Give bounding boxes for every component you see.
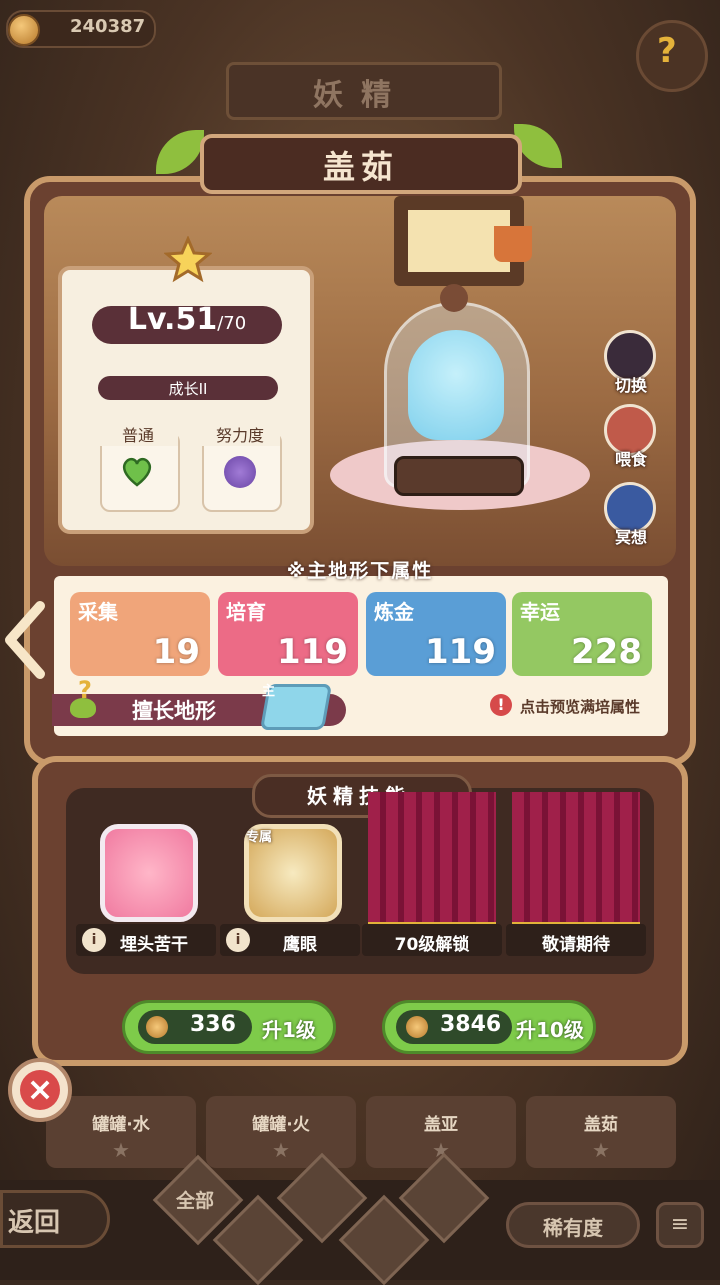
attr-card-gather: 采集 19 [70, 592, 210, 676]
devil-icon [224, 456, 256, 488]
coin-icon [8, 14, 40, 46]
growth-label: 成长II [168, 380, 208, 398]
filter-all-label[interactable]: 全部 [176, 1186, 214, 1213]
level-max: /70 [217, 313, 247, 334]
skill-name: 敬请期待 [542, 935, 610, 955]
collection-card-name: 罐罐·火 [252, 1115, 310, 1135]
terrain-label: 擅长地形 [132, 699, 216, 723]
collection-card-name: 罐罐·水 [92, 1115, 150, 1135]
star-icon: ★ [272, 1138, 290, 1162]
level-display: Lv.51/70 [92, 302, 282, 337]
spirit-name: 盖茹 [322, 148, 399, 186]
star-icon: ★ [112, 1138, 130, 1162]
star-icon [164, 236, 212, 283]
help-button[interactable]: ? [636, 20, 708, 92]
warning-icon[interactable]: ! [490, 694, 512, 716]
meditate-label[interactable]: 冥想 [596, 524, 666, 548]
attributes-title: ※主地形下属性 [286, 560, 434, 582]
coin-amount: 240387 [70, 16, 146, 37]
collection-card-name: 盖茹 [584, 1115, 618, 1135]
upgrade-10-label[interactable]: 升10级 [516, 1014, 584, 1043]
rarity-label: 普通 [98, 422, 178, 446]
sort-icon[interactable]: ≡ [656, 1202, 704, 1248]
arrow-left-icon[interactable] [2, 600, 48, 680]
attr-card-luck: 幸运 228 [512, 592, 652, 676]
attr-card-nurture: 培育 119 [218, 592, 358, 676]
back-label[interactable]: 返回 [8, 1202, 60, 1239]
locked-skill-curtain [512, 792, 640, 930]
level-value: Lv.51 [127, 302, 218, 337]
locked-skill-curtain [368, 792, 496, 930]
upgrade-10-cost: 3846 [440, 1012, 502, 1037]
attr-name: 培育 [226, 600, 266, 624]
attr-name: 炼金 [374, 600, 414, 624]
skill-work-icon[interactable] [100, 824, 198, 922]
plant-pot [494, 226, 532, 262]
attr-value: 228 [571, 632, 642, 672]
page-title: 妖精 [313, 78, 409, 113]
rarity-sort-label[interactable]: 稀有度 [506, 1212, 640, 1241]
attr-value: 19 [152, 632, 200, 672]
upgrade-1-cost: 336 [190, 1012, 236, 1037]
help-icon[interactable]: ? [78, 676, 92, 704]
skill-name: 鹰眼 [283, 935, 317, 955]
attr-value: 119 [277, 632, 348, 672]
heart-icon [122, 457, 152, 487]
jar-knob [440, 284, 468, 312]
skill-name: 70级解锁 [394, 935, 470, 955]
upgrade-1-label[interactable]: 升1级 [262, 1014, 316, 1043]
attr-name: 幸运 [520, 600, 560, 624]
coin-icon [406, 1016, 428, 1038]
switch-label[interactable]: 切换 [596, 372, 666, 396]
star-icon: ★ [592, 1138, 610, 1162]
preview-hint[interactable]: 点击预览满培属性 [520, 696, 640, 717]
close-icon[interactable]: × [20, 1070, 60, 1110]
jar-base [394, 456, 524, 496]
help-icon: ? [657, 31, 677, 71]
feed-label[interactable]: 喂食 [596, 446, 666, 470]
attr-card-alchemy: 炼金 119 [366, 592, 506, 676]
effort-label: 努力度 [200, 422, 280, 446]
skill-name: 埋头苦干 [120, 935, 188, 955]
attr-name: 采集 [78, 600, 118, 624]
main-terrain-tag: 主 [262, 684, 276, 699]
collection-card-name: 盖亚 [424, 1115, 458, 1135]
attr-value: 119 [425, 632, 496, 672]
exclusive-tag: 专属 [246, 830, 273, 845]
coin-icon [146, 1016, 168, 1038]
